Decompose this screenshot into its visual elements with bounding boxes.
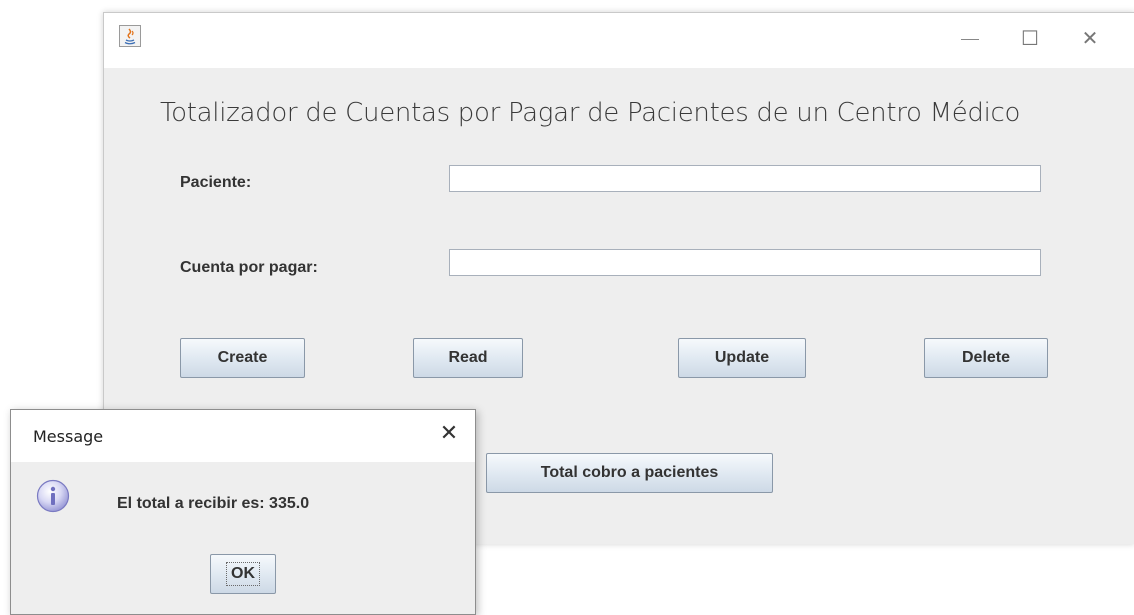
message-dialog: Message ✕ El total a recibir es: 335.0 O… (10, 409, 476, 615)
ok-button-label: OK (226, 562, 260, 586)
read-button[interactable]: Read (413, 338, 523, 378)
cuenta-por-pagar-input[interactable] (449, 249, 1041, 276)
cuenta-por-pagar-label: Cuenta por pagar: (180, 259, 318, 276)
total-cobro-button[interactable]: Total cobro a pacientes (486, 453, 773, 493)
paciente-input[interactable] (449, 165, 1041, 192)
delete-button[interactable]: Delete (924, 338, 1048, 378)
dialog-title-bar[interactable]: Message ✕ (11, 410, 475, 462)
create-button[interactable]: Create (180, 338, 305, 378)
ok-button[interactable]: OK (210, 554, 276, 594)
close-icon[interactable]: ✕ (1070, 23, 1110, 53)
dialog-message: El total a recibir es: 335.0 (117, 495, 310, 512)
dialog-close-icon[interactable]: ✕ (437, 420, 461, 446)
window-controls: — ☐ ✕ (935, 23, 1134, 53)
minimize-icon[interactable]: — (950, 23, 990, 53)
info-icon (36, 479, 70, 513)
update-button[interactable]: Update (678, 338, 806, 378)
java-icon (119, 25, 141, 47)
dialog-title: Message (33, 427, 104, 446)
title-bar[interactable]: — ☐ ✕ (104, 13, 1134, 68)
paciente-label: Paciente: (180, 174, 252, 191)
app-title: Totalizador de Cuentas por Pagar de Paci… (160, 98, 1021, 128)
maximize-icon[interactable]: ☐ (1010, 23, 1050, 53)
